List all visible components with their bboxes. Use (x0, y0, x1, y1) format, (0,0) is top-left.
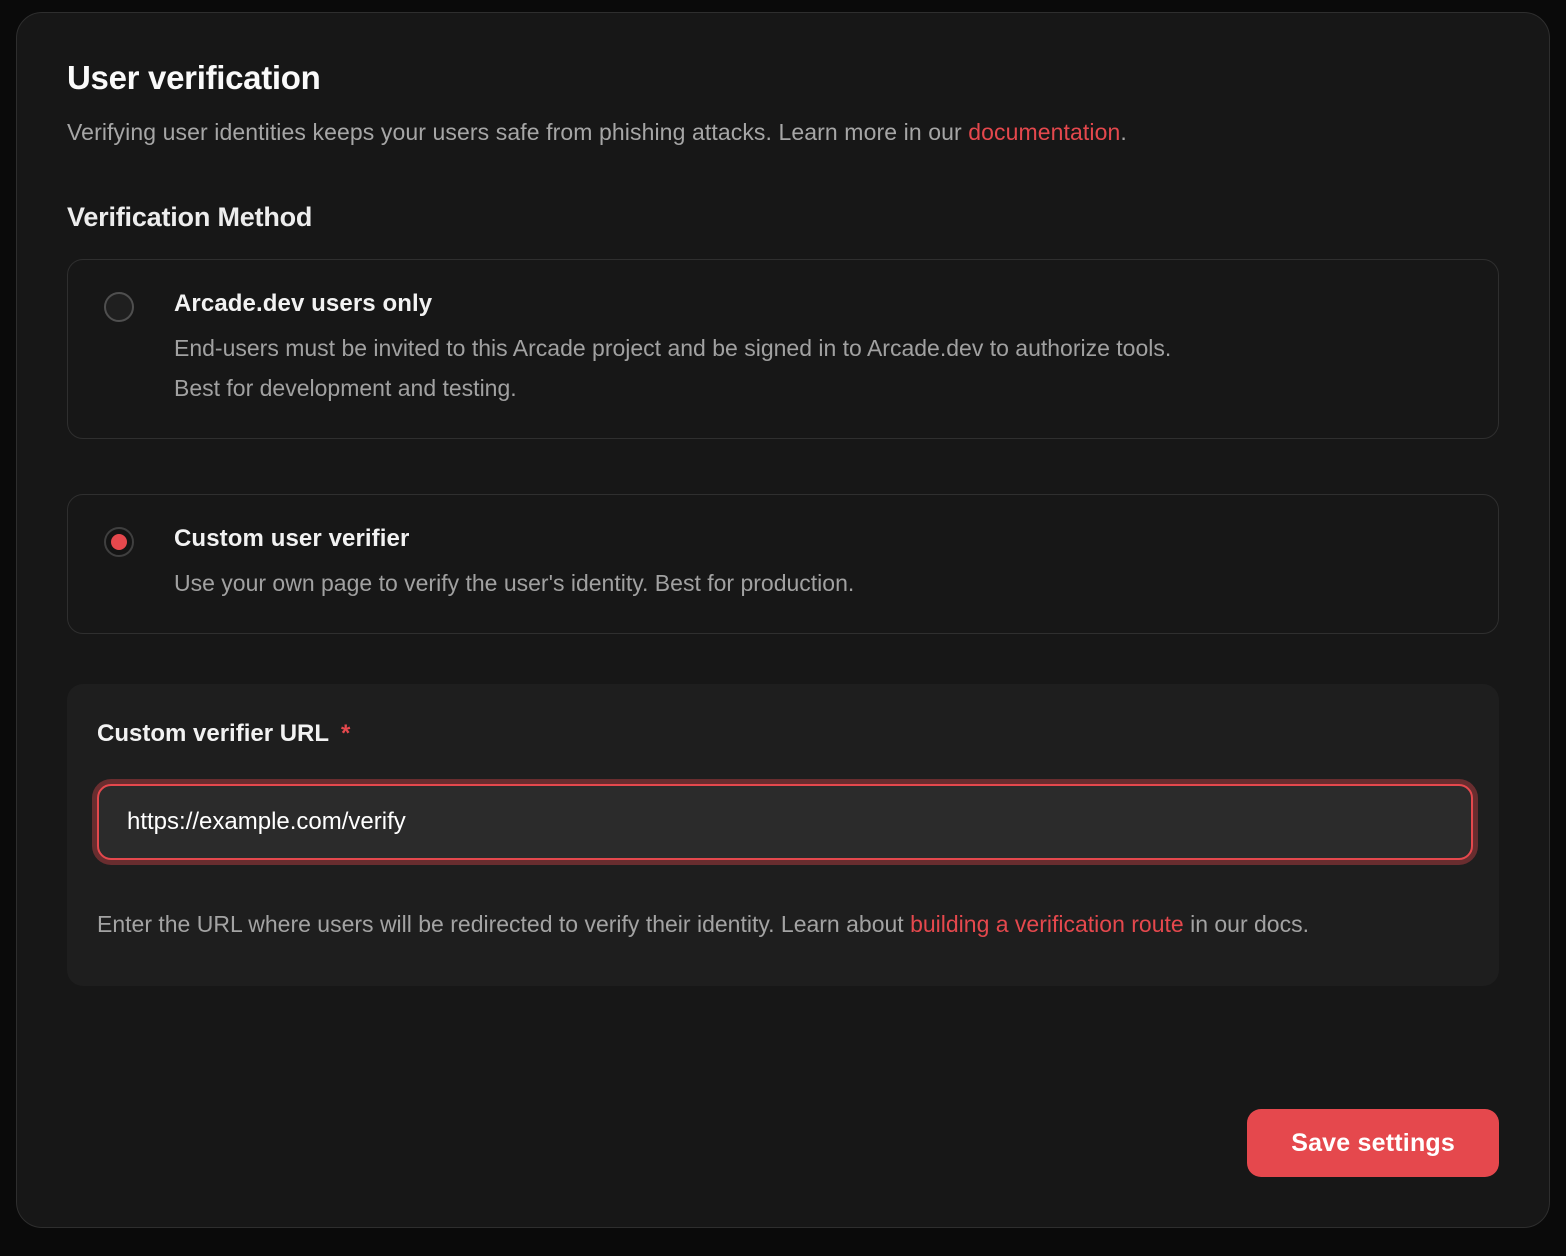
footer-actions: Save settings (67, 1109, 1499, 1177)
helper-text-after: in our docs. (1184, 911, 1309, 937)
custom-verifier-url-input[interactable] (97, 784, 1473, 860)
option-text: Custom user verifier Use your own page t… (174, 525, 854, 603)
save-settings-button[interactable]: Save settings (1247, 1109, 1499, 1177)
building-verification-route-link[interactable]: building a verification route (910, 911, 1184, 937)
custom-verifier-url-card: Custom verifier URL * Enter the URL wher… (67, 684, 1499, 986)
subtitle-period: . (1120, 119, 1127, 145)
option-label: Custom user verifier (174, 525, 854, 553)
option-description: Use your own page to verify the user's i… (174, 563, 854, 603)
option-description-line: Best for development and testing. (174, 368, 1171, 408)
subtitle-text: Verifying user identities keeps your use… (67, 119, 968, 145)
option-arcade-users-only[interactable]: Arcade.dev users only End-users must be … (67, 259, 1499, 439)
option-custom-user-verifier[interactable]: Custom user verifier Use your own page t… (67, 494, 1499, 634)
option-text: Arcade.dev users only End-users must be … (174, 290, 1171, 408)
user-verification-panel: User verification Verifying user identit… (16, 12, 1550, 1228)
page-title: User verification (67, 59, 1499, 97)
radio-custom-user-verifier[interactable] (104, 527, 134, 557)
radio-dot (111, 534, 127, 550)
option-description-line: End-users must be invited to this Arcade… (174, 328, 1171, 368)
page-subtitle: Verifying user identities keeps your use… (67, 119, 1499, 146)
custom-verifier-helper-text: Enter the URL where users will be redire… (97, 904, 1457, 944)
verification-method-heading: Verification Method (67, 202, 1499, 233)
helper-text-before: Enter the URL where users will be redire… (97, 911, 910, 937)
required-asterisk: * (341, 720, 350, 748)
option-label: Arcade.dev users only (174, 290, 1171, 318)
documentation-link[interactable]: documentation (968, 119, 1120, 145)
custom-verifier-url-label: Custom verifier URL (97, 720, 329, 748)
radio-arcade-users-only[interactable] (104, 292, 134, 322)
custom-verifier-url-label-row: Custom verifier URL * (97, 720, 1469, 748)
option-description: End-users must be invited to this Arcade… (174, 328, 1171, 408)
option-description-line: Use your own page to verify the user's i… (174, 563, 854, 603)
